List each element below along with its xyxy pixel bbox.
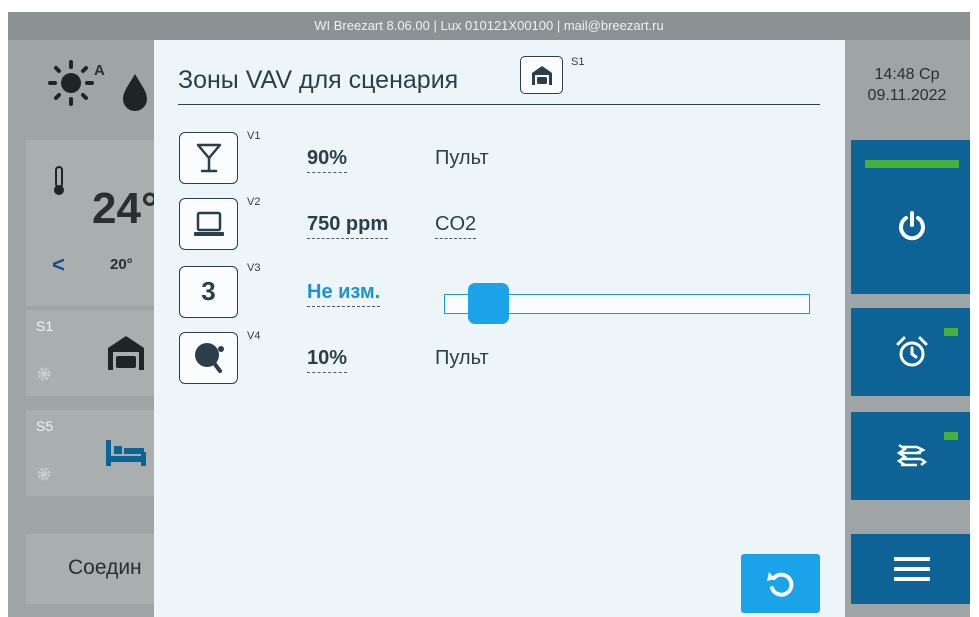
power-icon — [898, 211, 925, 241]
power-status-bar — [865, 160, 959, 168]
connection-panel[interactable]: Соедин — [26, 534, 166, 604]
title-divider — [178, 104, 820, 105]
scenario-card-s1[interactable]: S1 — [26, 310, 166, 396]
screen: WI Breezart 8.06.00 | Lux 010121X00100 |… — [8, 12, 970, 617]
zone-v2-value[interactable]: 750 ppm — [307, 212, 389, 239]
airflow-button[interactable] — [851, 412, 970, 500]
laptop-icon — [193, 211, 224, 236]
garage-icon — [532, 66, 552, 85]
alarm-indicator — [944, 328, 958, 336]
zone-id: V1 — [247, 130, 261, 142]
alarm-clock-icon — [896, 336, 927, 367]
scenario-card-s5[interactable]: S5 — [26, 410, 166, 496]
current-temperature: 24° — [92, 184, 159, 233]
top-status-bar: WI Breezart 8.06.00 | Lux 010121X00100 |… — [8, 12, 970, 40]
menu-icon — [893, 557, 930, 581]
zone-id: V4 — [247, 330, 261, 342]
ping-pong-icon — [194, 343, 224, 373]
clock-time: 14:48 Ср — [874, 66, 940, 83]
menu-button[interactable] — [851, 534, 970, 604]
scenario-badge-icon — [520, 56, 563, 94]
thermometer-icon — [54, 166, 64, 195]
power-button[interactable] — [851, 140, 970, 294]
zone-v2-icon-button[interactable] — [179, 198, 238, 250]
gear-icon[interactable] — [36, 366, 52, 382]
bed-icon — [106, 440, 146, 466]
zone-id: V2 — [247, 196, 261, 208]
slider-thumb[interactable] — [468, 283, 509, 324]
chevron-left-icon[interactable]: < — [52, 252, 65, 278]
scenario-badge: S1 — [571, 56, 585, 68]
temperature-setpoint: 20° — [110, 256, 133, 273]
drop-icon — [123, 74, 147, 111]
scenario-label: S1 — [36, 318, 54, 334]
zone-v1-value[interactable]: 90% — [307, 146, 348, 173]
zone-v3-number: 3 — [201, 276, 216, 306]
zone-v1-source: Пульт — [435, 147, 489, 169]
zone-v2-source[interactable]: CO2 — [435, 212, 477, 239]
garage-icon — [108, 336, 144, 370]
zone-v3-icon-button[interactable]: 3 — [179, 266, 238, 318]
cocktail-glass-icon — [196, 143, 221, 173]
zone-v4-value[interactable]: 10% — [307, 346, 348, 373]
connection-label: Соедин — [68, 556, 142, 579]
zone-v3-value[interactable]: Не изм. — [307, 280, 381, 307]
airflow-icon — [896, 443, 927, 467]
gear-icon[interactable] — [36, 466, 52, 482]
dialog-title: Зоны VAV для сценария — [178, 66, 459, 94]
vav-zones-dialog: Зоны VAV для сценария S1 V1 90% Пульт V2… — [154, 40, 845, 617]
weather-mode-letter: A — [94, 62, 105, 79]
reset-icon — [766, 571, 793, 597]
reset-button[interactable] — [741, 554, 820, 613]
zone-v1-icon-button[interactable] — [179, 132, 238, 184]
zone-v4-icon-button[interactable] — [179, 332, 238, 384]
clock: 14:48 Ср 09.11.2022 — [844, 64, 970, 106]
alarm-button[interactable] — [851, 308, 970, 396]
airflow-indicator — [944, 432, 958, 440]
zone-v4-source: Пульт — [435, 347, 489, 369]
zone-id: V3 — [247, 262, 261, 274]
zone-v3-slider[interactable] — [444, 283, 810, 324]
clock-date: 09.11.2022 — [867, 87, 947, 104]
scenario-label: S5 — [36, 418, 54, 434]
sun-icon — [48, 60, 94, 106]
